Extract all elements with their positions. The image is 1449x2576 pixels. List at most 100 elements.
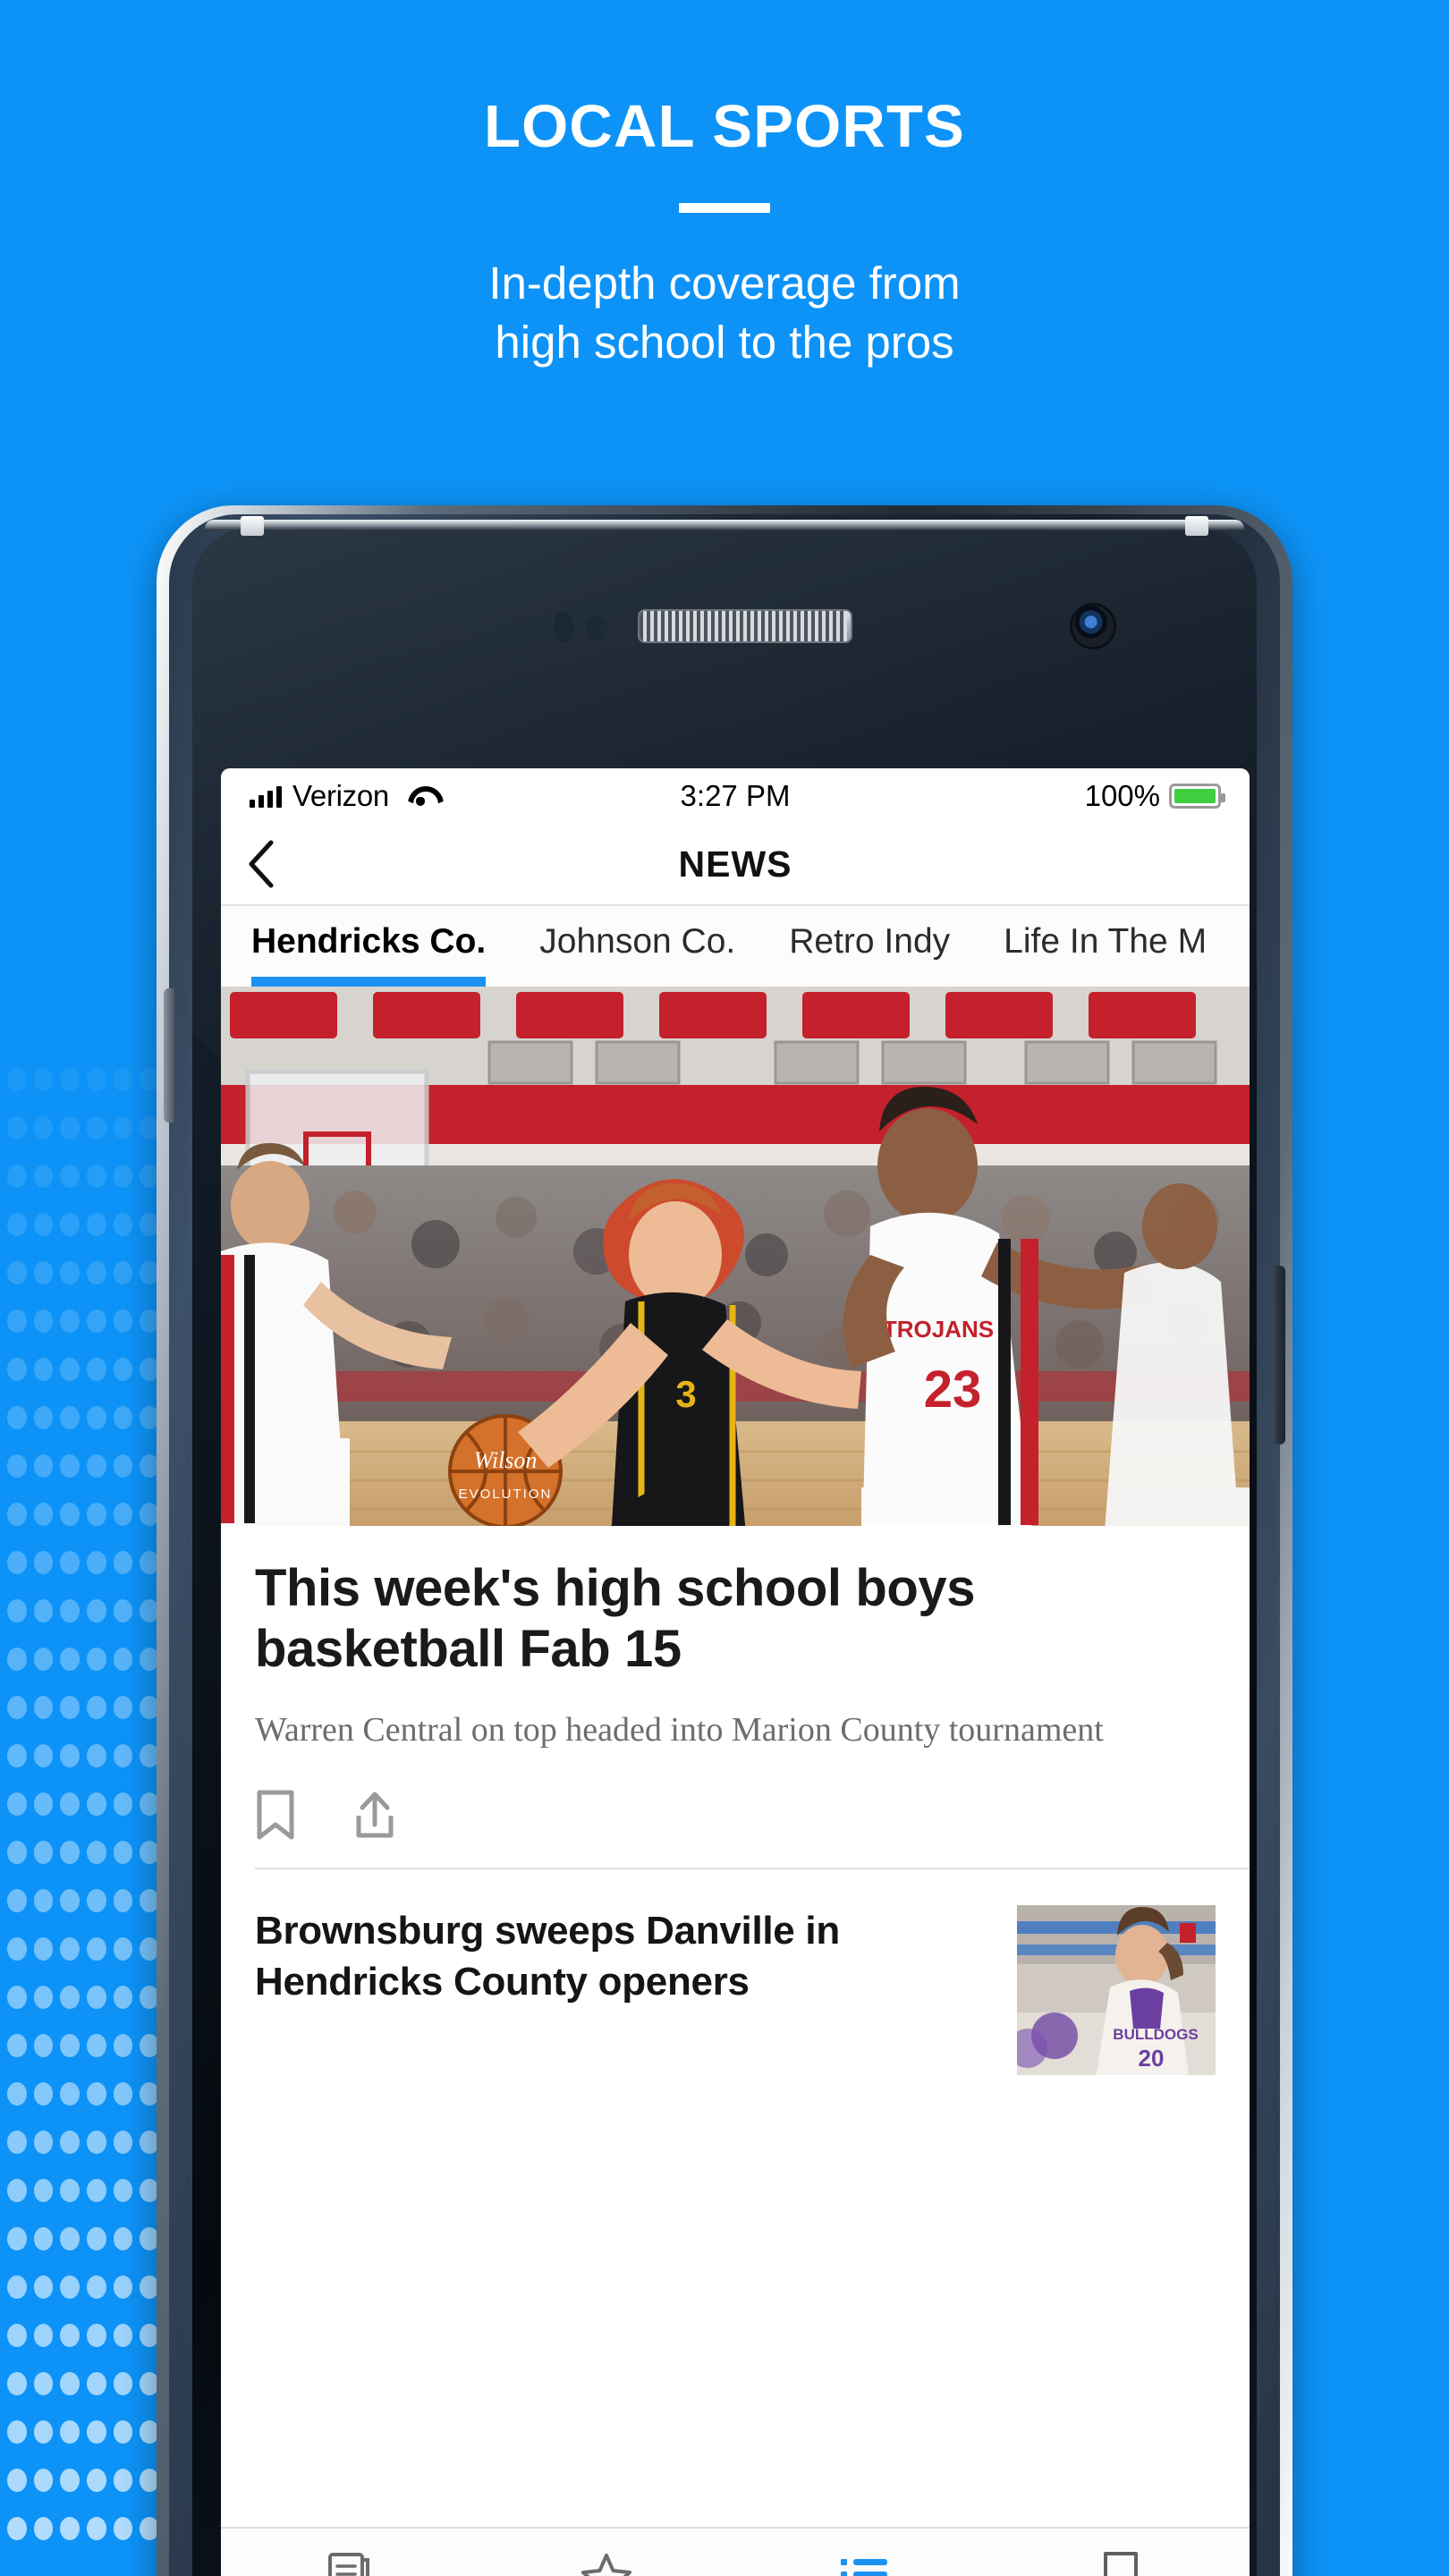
speaker-slat [733, 611, 740, 641]
decorative-dot [87, 1406, 106, 1429]
volume-button[interactable] [164, 988, 174, 1123]
decorative-dot [33, 2227, 54, 2250]
lead-article[interactable]: This week's high school boys basketball … [221, 1526, 1250, 1868]
decorative-dot [33, 1213, 54, 1236]
power-button[interactable] [1275, 1266, 1285, 1445]
decorative-dot [113, 1937, 133, 1961]
decorative-dot [7, 1937, 27, 1961]
speaker-slat [754, 611, 761, 641]
dot-row [0, 1538, 166, 1587]
speaker-slat [690, 611, 697, 641]
tab-label: Hendricks Co. [251, 922, 487, 961]
dot-row [0, 1104, 166, 1152]
decorative-dot [7, 1406, 27, 1429]
tab-top-stories[interactable]: Top Stories [221, 2529, 479, 2576]
phone-mockup: Verizon 3:27 PM 100% NEWS Hendricks Co. … [157, 505, 1292, 2576]
decorative-dot [113, 2227, 133, 2250]
decorative-dot [60, 1744, 80, 1767]
decorative-dot [33, 2469, 54, 2492]
decorative-dot [60, 2179, 80, 2202]
decorative-dot [33, 1986, 54, 2009]
speaker-slat [768, 611, 775, 641]
decorative-dot [60, 2082, 80, 2106]
decorative-dot [60, 2517, 80, 2540]
decorative-dot [33, 2131, 54, 2154]
decorative-dot [87, 1116, 106, 1140]
speaker-slat [761, 611, 768, 641]
decorative-dot [87, 2082, 106, 2106]
decorative-dot [60, 1792, 80, 1816]
decorative-dot [60, 1551, 80, 1574]
article-thumbnail[interactable]: BULLDOGS 20 [1017, 1904, 1216, 2075]
decorative-dot [60, 1648, 80, 1671]
decorative-dot [60, 2227, 80, 2250]
decorative-dot [7, 1503, 27, 1526]
speaker-slat [718, 611, 725, 641]
decorative-dot [113, 1454, 133, 1478]
speaker-slat [675, 611, 682, 641]
decorative-dot [7, 1068, 27, 1091]
dot-row [0, 1152, 166, 1200]
decorative-dot [60, 1358, 80, 1381]
dot-row [0, 1732, 166, 1780]
dot-row [0, 2263, 166, 2311]
speaker-slat [826, 611, 833, 641]
article-list-item[interactable]: Brownsburg sweeps Danville in Hendricks … [221, 1869, 1250, 2075]
decorative-dot [33, 2275, 54, 2299]
decorative-dot [7, 1213, 27, 1236]
tab-retro-indy[interactable]: Retro Indy [762, 906, 977, 987]
decorative-dot [60, 1841, 80, 1864]
tab-saved[interactable]: Saved [993, 2529, 1250, 2576]
decorative-dot [87, 1792, 106, 1816]
decorative-dot [33, 1068, 54, 1091]
decorative-dot [7, 1792, 27, 1816]
decorative-dot [7, 1599, 27, 1623]
dot-row [0, 2456, 166, 2504]
earpiece-speaker-icon [638, 609, 852, 643]
decorative-dot [87, 1599, 106, 1623]
decorative-dot [33, 2034, 54, 2057]
svg-text:EVOLUTION: EVOLUTION [459, 1487, 553, 1502]
decorative-dot [113, 1213, 133, 1236]
tab-popular[interactable]: Popular [479, 2529, 736, 2576]
decorative-dot [33, 1116, 54, 1140]
dot-row [0, 1780, 166, 1828]
decorative-dot [87, 1551, 106, 1574]
speaker-slat [740, 611, 747, 641]
share-icon[interactable] [352, 1787, 402, 1843]
speaker-slat [840, 611, 847, 641]
tab-life-in-the-m[interactable]: Life In The M [977, 906, 1233, 987]
dot-row [0, 1345, 166, 1394]
decorative-dot [7, 1696, 27, 1719]
bookmark-icon[interactable] [255, 1787, 305, 1843]
decorative-dot [113, 1358, 133, 1381]
dot-row [0, 1200, 166, 1249]
dot-pattern-decoration [0, 1055, 166, 2576]
lead-article-summary: Warren Central on top headed into Marion… [255, 1710, 1104, 1749]
decorative-dot [33, 2517, 54, 2540]
svg-text:Wilson: Wilson [474, 1447, 538, 1473]
category-tab-strip[interactable]: Hendricks Co. Johnson Co. Retro Indy Lif… [221, 906, 1250, 987]
decorative-dot [87, 1165, 106, 1188]
status-bar-clock: 3:27 PM [680, 779, 791, 812]
decorative-dot [113, 2372, 133, 2395]
tab-johnson-co[interactable]: Johnson Co. [513, 906, 762, 987]
dot-row [0, 1297, 166, 1345]
tab-sections[interactable]: Sections [735, 2529, 993, 2576]
decorative-dot [33, 1261, 54, 1284]
decorative-dot [113, 2034, 133, 2057]
decorative-dot [60, 1937, 80, 1961]
decorative-dot [33, 1309, 54, 1333]
decorative-dot [33, 1165, 54, 1188]
decorative-dot [7, 2082, 27, 2106]
decorative-dot [7, 2131, 27, 2154]
decorative-dot [87, 1309, 106, 1333]
bottom-tab-bar[interactable]: Top Stories Popular [221, 2527, 1250, 2576]
lead-article-image[interactable]: Wilson EVOLUTION 3 TROJANS 23 [221, 987, 1250, 1526]
decorative-dot [33, 1503, 54, 1526]
decorative-dot [60, 1986, 80, 2009]
newspaper-icon [326, 2550, 373, 2576]
dot-row [0, 1828, 166, 1877]
speaker-slat [704, 611, 711, 641]
tab-hendricks-co[interactable]: Hendricks Co. [221, 906, 513, 987]
